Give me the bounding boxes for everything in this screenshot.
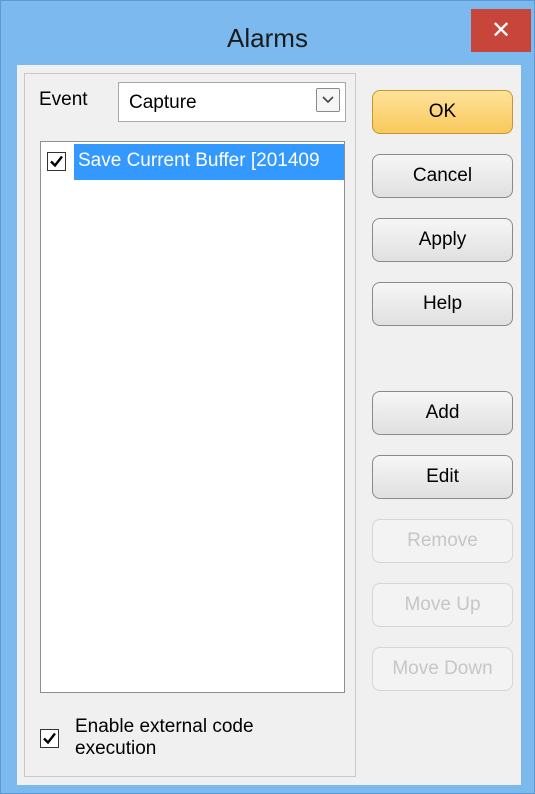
move-down-button[interactable]: Move Down	[372, 647, 513, 691]
list-item-checkbox[interactable]	[47, 152, 66, 171]
ok-button[interactable]: OK	[372, 90, 513, 134]
checkmark-icon	[50, 155, 63, 168]
edit-button[interactable]: Edit	[372, 455, 513, 499]
external-code-label[interactable]: Enable external code execution	[75, 716, 315, 760]
close-icon: ✕	[490, 17, 512, 44]
cancel-button[interactable]: Cancel	[372, 154, 513, 198]
close-button[interactable]: ✕	[471, 9, 531, 52]
move-up-button[interactable]: Move Up	[372, 583, 513, 627]
chevron-down-icon[interactable]	[316, 88, 340, 112]
alarms-dialog: Alarms ✕ Event Capture Save Current Buff…	[0, 0, 535, 794]
list-item-label[interactable]: Save Current Buffer [201409	[74, 144, 344, 180]
external-code-checkbox[interactable]	[40, 729, 59, 748]
help-button[interactable]: Help	[372, 282, 513, 326]
window-title: Alarms	[227, 23, 308, 53]
event-dropdown[interactable]: Capture	[118, 82, 346, 122]
dialog-client-area: Event Capture Save Current Buffer [20140…	[17, 65, 521, 785]
list-item[interactable]: Save Current Buffer [201409	[41, 144, 344, 180]
event-dropdown-value: Capture	[129, 92, 197, 113]
event-label: Event	[39, 89, 88, 110]
alarm-list[interactable]: Save Current Buffer [201409	[40, 141, 345, 693]
remove-button[interactable]: Remove	[372, 519, 513, 563]
add-button[interactable]: Add	[372, 391, 513, 435]
checkmark-icon	[43, 732, 56, 745]
apply-button[interactable]: Apply	[372, 218, 513, 262]
title-bar[interactable]: Alarms ✕	[1, 1, 534, 65]
